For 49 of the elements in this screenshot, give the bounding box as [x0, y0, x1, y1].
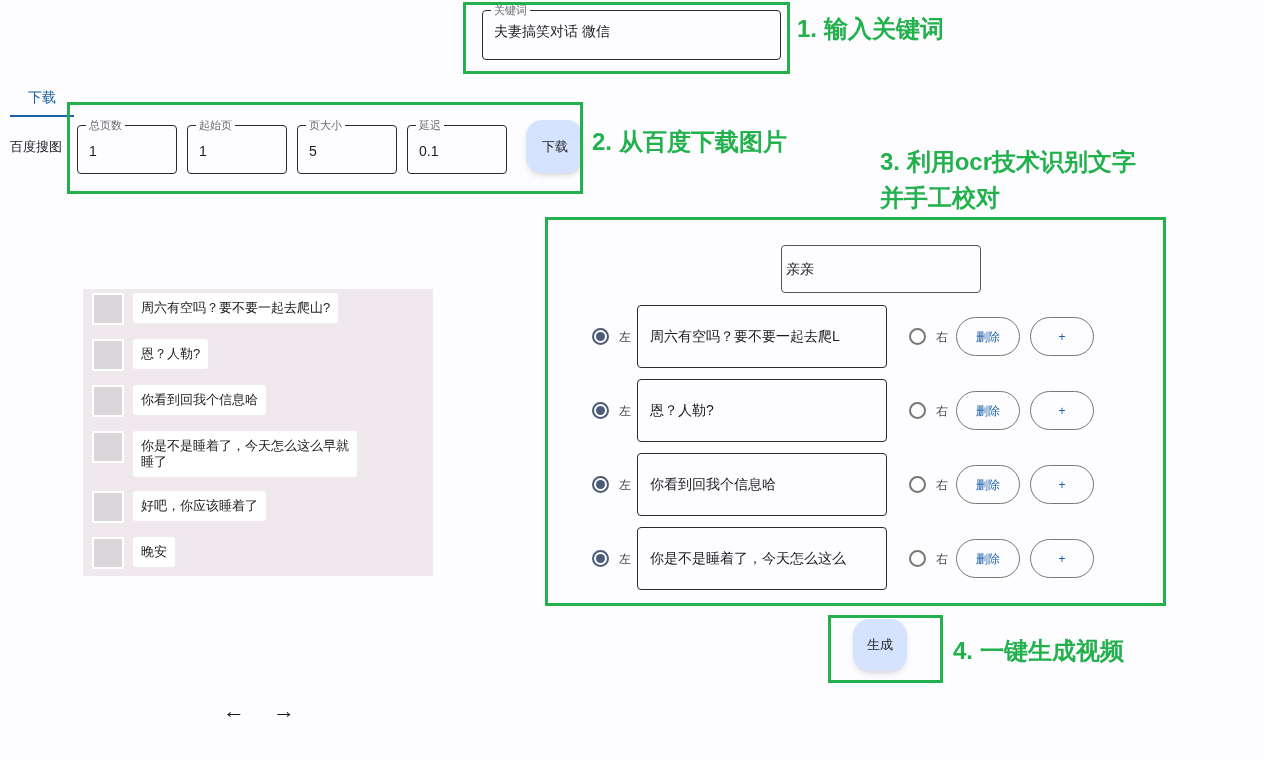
- radio-button[interactable]: [909, 550, 926, 567]
- radio-button[interactable]: [909, 328, 926, 345]
- avatar-placeholder: [92, 431, 124, 463]
- radio-label: 右: [936, 328, 949, 346]
- input-field[interactable]: 延迟 0.1: [407, 119, 507, 174]
- radio-button[interactable]: [909, 476, 926, 493]
- message-bubble: 周六有空吗？要不要一起去爬山?: [133, 293, 339, 323]
- avatar-placeholder: [92, 293, 124, 325]
- message-bubble: 你是不是睡着了，今天怎么这么早就睡了: [133, 431, 357, 477]
- message-field[interactable]: 你看到回我个信息哈: [637, 453, 887, 516]
- radio-label: 右: [936, 402, 949, 420]
- message-field[interactable]: 恩？人勒?: [637, 379, 887, 442]
- radio-button[interactable]: [909, 402, 926, 419]
- source-label: 百度搜图: [10, 137, 63, 156]
- generate-button[interactable]: 生成: [853, 619, 907, 671]
- annotation-text: 3. 利用ocr技术识别文字: [880, 147, 1137, 177]
- radio-label: 左: [619, 328, 632, 346]
- input-field[interactable]: 关键词 夫妻搞笑对话 微信: [482, 4, 781, 60]
- avatar-placeholder: [92, 537, 124, 569]
- input-field[interactable]: 总页数 1: [77, 119, 177, 174]
- message-bubble: 好吧，你应该睡着了: [133, 491, 266, 521]
- message-bubble: 恩？人勒?: [133, 339, 209, 369]
- download-button[interactable]: 下载: [526, 120, 583, 173]
- radio-label: 右: [936, 476, 949, 494]
- avatar-placeholder: [92, 491, 124, 523]
- message-bubble: 你看到回我个信息哈: [133, 385, 266, 415]
- previous-button[interactable]: ←: [223, 699, 245, 723]
- message-bubble: 晚安: [133, 537, 175, 567]
- radio-label: 左: [619, 476, 632, 494]
- tab[interactable]: 下载: [10, 80, 74, 117]
- message-field[interactable]: 周六有空吗？要不要一起去爬L: [637, 305, 887, 368]
- annotation-text: 1. 输入关键词: [797, 14, 944, 44]
- radio-button[interactable]: [592, 328, 609, 345]
- annotation-text: 2. 从百度下载图片: [592, 127, 787, 157]
- radio-label: 左: [619, 402, 632, 420]
- next-button[interactable]: →: [273, 699, 295, 723]
- annotation-text: 4. 一键生成视频: [953, 636, 1124, 666]
- avatar-placeholder: [92, 339, 124, 371]
- radio-button[interactable]: [592, 476, 609, 493]
- radio-label: 左: [619, 550, 632, 568]
- message-field[interactable]: 你是不是睡着了，今天怎么这么: [637, 527, 887, 590]
- annotation-text: 并手工校对: [880, 183, 1000, 213]
- radio-label: 右: [936, 550, 949, 568]
- input-field[interactable]: 页大小 5: [297, 119, 397, 174]
- radio-button[interactable]: [592, 402, 609, 419]
- radio-button[interactable]: [592, 550, 609, 567]
- input-field[interactable]: 起始页 1: [187, 119, 287, 174]
- avatar-placeholder: [92, 385, 124, 417]
- name-field[interactable]: 亲亲: [781, 245, 981, 293]
